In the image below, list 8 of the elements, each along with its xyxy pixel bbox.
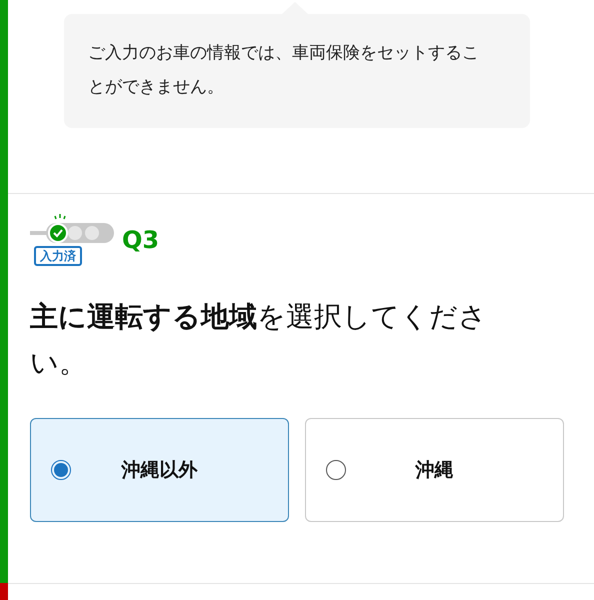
radio-option[interactable]: 沖縄 [305, 418, 564, 522]
notice-text: ご入力のお車の情報では、車両保険をセットすることができません。 [88, 42, 480, 99]
radio-icon [51, 460, 71, 480]
question-text: 主に運転する地域を選択してください。 [30, 299, 488, 381]
question-number: Q3 [122, 225, 160, 256]
status-badge: 入力済 [34, 246, 82, 266]
radio-icon [326, 460, 346, 480]
radio-option[interactable]: 沖縄以外 [30, 418, 289, 522]
